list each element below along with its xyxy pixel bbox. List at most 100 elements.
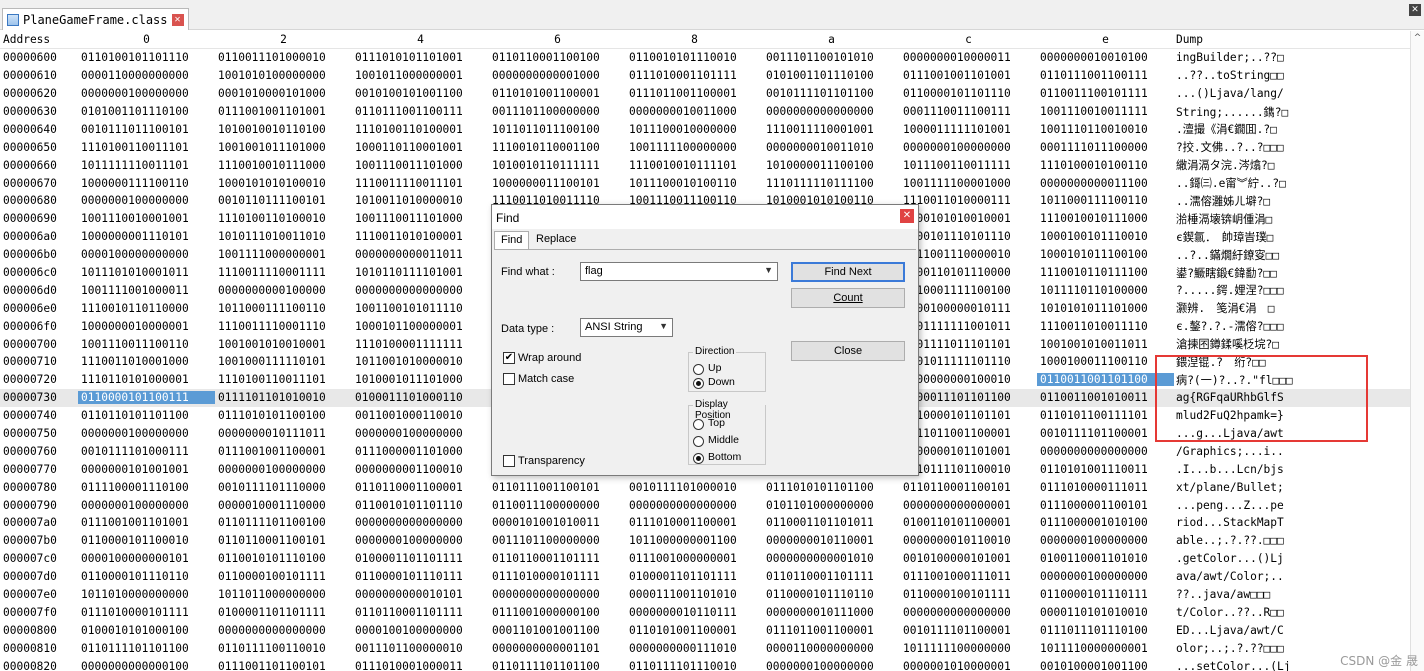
binary-cell[interactable]: 0000000010110111 bbox=[626, 606, 763, 619]
hex-row[interactable]: 00000800 0100010101000100 0000000000000000… bbox=[0, 621, 1410, 639]
hex-row[interactable]: 00000660 1011111110011101 1110010010111000… bbox=[0, 156, 1410, 174]
binary-cell[interactable]: 0110000100101111 bbox=[900, 588, 1037, 601]
count-button[interactable]: Count bbox=[791, 288, 905, 308]
binary-cell[interactable]: 1011111100000000 bbox=[900, 642, 1037, 655]
binary-cell[interactable]: 0000000000011100 bbox=[1037, 177, 1174, 190]
dump-cell[interactable]: String;......鐫?□ bbox=[1174, 104, 1314, 120]
binary-cell[interactable]: 0000010001110000 bbox=[215, 499, 352, 512]
binary-cell[interactable]: 1110010010111000 bbox=[1037, 212, 1174, 225]
binary-cell[interactable]: 0000000000000000 bbox=[900, 606, 1037, 619]
binary-cell[interactable]: 0101101000000000 bbox=[763, 499, 900, 512]
binary-cell[interactable]: 1010110111101001 bbox=[352, 266, 489, 279]
binary-cell[interactable]: 0000111001101010 bbox=[626, 588, 763, 601]
column-header[interactable]: a bbox=[763, 33, 900, 46]
column-header[interactable]: 2 bbox=[215, 33, 352, 46]
binary-cell[interactable]: 1001110110010010 bbox=[1037, 123, 1174, 136]
binary-cell[interactable]: 0110000101110110 bbox=[78, 570, 215, 583]
binary-cell[interactable]: 0000000100000000 bbox=[352, 534, 489, 547]
binary-cell[interactable]: 1001111000000001 bbox=[215, 248, 352, 261]
binary-cell[interactable]: 1001110010011111 bbox=[1037, 105, 1174, 118]
binary-cell[interactable]: 1010011010000010 bbox=[352, 194, 489, 207]
binary-cell[interactable]: 0111001001101001 bbox=[78, 516, 215, 529]
binary-cell[interactable]: 0010100101001100 bbox=[352, 87, 489, 100]
binary-cell[interactable]: 0111000001101000 bbox=[352, 445, 489, 458]
column-header[interactable]: 6 bbox=[489, 33, 626, 46]
binary-cell[interactable]: 1000011111101001 bbox=[900, 123, 1037, 136]
binary-cell[interactable]: 0011101100000000 bbox=[489, 534, 626, 547]
binary-cell[interactable]: 0010111101100010 bbox=[900, 463, 1037, 476]
find-next-button[interactable]: Find Next bbox=[791, 262, 905, 282]
binary-cell[interactable]: 0100011101101100 bbox=[900, 391, 1037, 404]
binary-cell[interactable]: 1110010110110000 bbox=[78, 302, 215, 315]
binary-cell[interactable]: 0010110111100101 bbox=[215, 194, 352, 207]
binary-cell[interactable]: 0000100100000000 bbox=[352, 624, 489, 637]
binary-cell[interactable]: 0010111101110000 bbox=[215, 481, 352, 494]
binary-cell[interactable]: 0000000000011011 bbox=[352, 248, 489, 261]
binary-cell[interactable]: 0111001001101001 bbox=[215, 105, 352, 118]
binary-cell[interactable]: 1001011111101110 bbox=[900, 355, 1037, 368]
binary-cell[interactable]: 0111000001100101 bbox=[1037, 499, 1174, 512]
binary-cell[interactable]: 0110111101110010 bbox=[626, 660, 763, 671]
find-what-input[interactable]: flag ▼ bbox=[580, 262, 778, 281]
binary-cell[interactable]: 0111010000111011 bbox=[1037, 481, 1174, 494]
dump-cell[interactable]: .getColor...()Lj bbox=[1174, 552, 1314, 565]
binary-cell[interactable]: 0110101100111101 bbox=[1037, 409, 1174, 422]
binary-cell[interactable]: 0000100000000101 bbox=[78, 552, 215, 565]
binary-cell[interactable]: 0000000000000000 bbox=[763, 105, 900, 118]
binary-cell[interactable]: 0110000101100111 bbox=[78, 391, 215, 405]
binary-cell[interactable]: 0000000010011010 bbox=[763, 141, 900, 154]
binary-cell[interactable]: 0010100000101001 bbox=[900, 552, 1037, 565]
tab-find[interactable]: Find bbox=[494, 231, 530, 249]
binary-cell[interactable]: 1110110101000001 bbox=[78, 373, 215, 386]
binary-cell[interactable]: 0110110001100100 bbox=[489, 51, 626, 64]
binary-cell[interactable]: 1000000001110101 bbox=[78, 230, 215, 243]
dump-cell[interactable]: ava/awt/Color;.. bbox=[1174, 570, 1314, 583]
binary-cell[interactable]: 0110011100101111 bbox=[1037, 87, 1174, 100]
binary-cell[interactable]: 1011011000000000 bbox=[215, 588, 352, 601]
binary-cell[interactable]: 1001000111110101 bbox=[215, 355, 352, 368]
binary-cell[interactable]: 0111000001010100 bbox=[1037, 516, 1174, 529]
binary-cell[interactable]: 0100110101100001 bbox=[900, 516, 1037, 529]
dump-cell[interactable]: ingBuilder;..??□ bbox=[1174, 51, 1314, 64]
binary-cell[interactable]: 0000000001100010 bbox=[352, 463, 489, 476]
binary-cell[interactable]: 0110110001101111 bbox=[352, 606, 489, 619]
binary-cell[interactable]: 0110000101110110 bbox=[763, 588, 900, 601]
binary-cell[interactable]: 0000000000000000 bbox=[1037, 445, 1174, 458]
binary-cell[interactable]: 1000101110101110 bbox=[900, 230, 1037, 243]
binary-cell[interactable]: 0111011001100001 bbox=[900, 427, 1037, 440]
binary-cell[interactable]: 0111101101010010 bbox=[215, 391, 352, 404]
binary-cell[interactable]: 0111011001100001 bbox=[626, 87, 763, 100]
binary-cell[interactable]: 0000000000001010 bbox=[763, 552, 900, 565]
column-header[interactable]: 4 bbox=[352, 33, 489, 46]
binary-cell[interactable]: 0011001000110010 bbox=[352, 409, 489, 422]
binary-cell[interactable]: 0111001000000100 bbox=[489, 606, 626, 619]
hex-row[interactable]: 000007b0 0110000101100010 0110110001100101… bbox=[0, 532, 1410, 550]
binary-cell[interactable]: 0110101001100001 bbox=[489, 87, 626, 100]
binary-cell[interactable]: 1110100010100110 bbox=[1037, 159, 1174, 172]
binary-cell[interactable]: 0000000101001001 bbox=[78, 463, 215, 476]
binary-cell[interactable]: 0000000000000000 bbox=[489, 588, 626, 601]
binary-cell[interactable]: 0111011001100001 bbox=[763, 624, 900, 637]
dump-cell[interactable]: able..;.?.??.□□□ bbox=[1174, 534, 1314, 547]
binary-cell[interactable]: 0011101100000000 bbox=[489, 105, 626, 118]
binary-cell[interactable]: 0011101100101010 bbox=[763, 51, 900, 64]
binary-cell[interactable]: 0001111011101101 bbox=[900, 338, 1037, 351]
dump-cell[interactable]: 滄揀囨鐏鍒嗘柉垸?□ bbox=[1174, 336, 1314, 352]
binary-cell[interactable]: 0011101100000010 bbox=[352, 642, 489, 655]
binary-cell[interactable]: 0110110101101100 bbox=[78, 409, 215, 422]
position-middle-radio[interactable] bbox=[693, 436, 704, 447]
binary-cell[interactable]: 0111001001101001 bbox=[900, 69, 1037, 82]
binary-cell[interactable]: 1110011010000111 bbox=[900, 194, 1037, 207]
binary-cell[interactable]: 0101001101110100 bbox=[763, 69, 900, 82]
binary-cell[interactable]: 0100001101101111 bbox=[215, 606, 352, 619]
hex-row[interactable]: 00000650 1110100110011101 1001001011101000… bbox=[0, 138, 1410, 156]
binary-cell[interactable]: 0010111101000111 bbox=[78, 445, 215, 458]
binary-cell[interactable]: 0110001101101011 bbox=[763, 516, 900, 529]
binary-cell[interactable]: 1110100110100001 bbox=[352, 123, 489, 136]
scroll-up-icon[interactable]: ^ bbox=[1411, 31, 1424, 45]
hex-row[interactable]: 00000610 0000110000000000 1001010100000000… bbox=[0, 67, 1410, 85]
binary-cell[interactable]: 0000100000000000 bbox=[78, 248, 215, 261]
binary-cell[interactable]: 0100001101101111 bbox=[626, 570, 763, 583]
binary-cell[interactable]: 0110011001101100 bbox=[1037, 373, 1174, 387]
binary-cell[interactable]: 1001110010001001 bbox=[78, 212, 215, 225]
